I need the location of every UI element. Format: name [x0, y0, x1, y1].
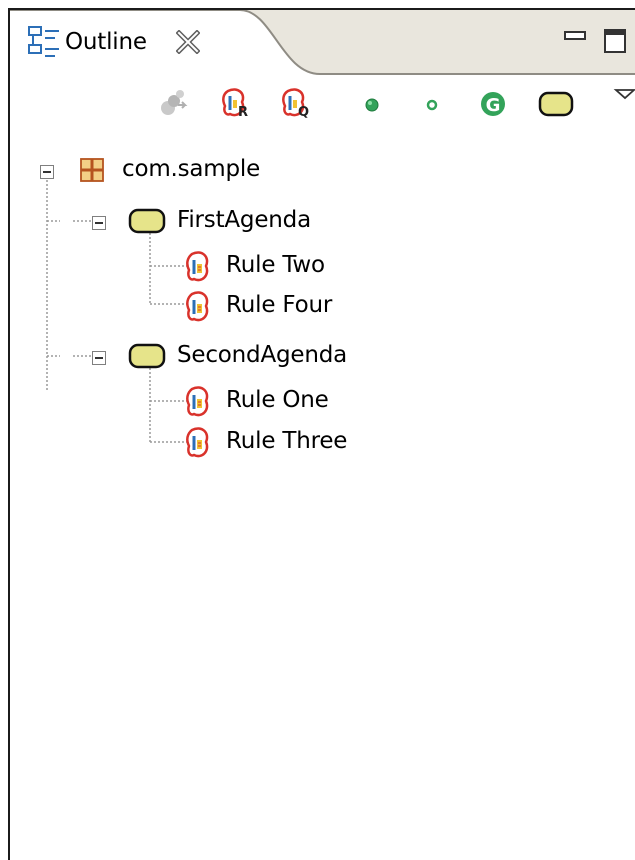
tree-row-rule[interactable]: Rule Four	[10, 288, 635, 324]
maximize-icon[interactable]	[603, 28, 627, 54]
agenda-icon[interactable]	[537, 86, 577, 120]
svg-text:Q: Q	[298, 105, 309, 120]
package-icon	[78, 156, 106, 188]
tree-connector-lines	[46, 176, 188, 443]
rule-icon	[184, 385, 214, 423]
svg-text:G: G	[486, 95, 501, 116]
rule-label: Rule Four	[226, 292, 333, 318]
agenda-label: SecondAgenda	[177, 342, 347, 368]
filter-icon[interactable]	[158, 86, 192, 120]
tree-row-agenda[interactable]: FirstAgenda	[10, 203, 635, 239]
minimize-icon[interactable]	[563, 28, 589, 48]
rule-icon	[184, 290, 214, 328]
tab-title[interactable]: Outline	[65, 29, 147, 55]
green-dot-icon[interactable]	[355, 86, 389, 120]
package-label: com.sample	[122, 156, 261, 182]
tree-row-package[interactable]: com.sample	[10, 152, 635, 188]
close-x-icon[interactable]	[175, 29, 201, 55]
rule-label: Rule Three	[226, 428, 348, 454]
tree-row-rule[interactable]: Rule Two	[10, 248, 635, 284]
collapse-toggle[interactable]	[92, 350, 106, 365]
svg-text:R: R	[238, 105, 248, 120]
outline-view-icon	[28, 26, 60, 58]
rule-icon	[184, 426, 214, 464]
tree-row-agenda[interactable]: SecondAgenda	[10, 338, 635, 374]
rule-r-icon[interactable]: R	[220, 86, 254, 120]
view-tab-bar: Outline	[10, 10, 635, 76]
collapse-toggle[interactable]	[92, 215, 106, 230]
green-g-icon[interactable]: G	[476, 86, 510, 120]
tree-row-rule[interactable]: Rule Three	[10, 424, 635, 460]
view-menu-icon[interactable]	[610, 80, 635, 114]
agenda-label: FirstAgenda	[177, 207, 311, 233]
agenda-icon	[128, 207, 170, 239]
rule-icon	[184, 250, 214, 288]
outline-view: Outline R Q G com.sample FirstAgenda Rul…	[8, 8, 635, 860]
outline-toolbar: R Q G	[10, 76, 635, 128]
collapse-toggle[interactable]	[40, 164, 54, 179]
outline-tree: com.sample FirstAgenda Rule Two Rule Fou…	[10, 128, 635, 860]
tree-row-rule[interactable]: Rule One	[10, 383, 635, 419]
rule-label: Rule One	[226, 387, 329, 413]
rule-label: Rule Two	[226, 252, 325, 278]
rule-q-icon[interactable]: Q	[280, 86, 314, 120]
small-green-dot-icon[interactable]	[415, 86, 449, 120]
agenda-icon	[128, 342, 170, 374]
